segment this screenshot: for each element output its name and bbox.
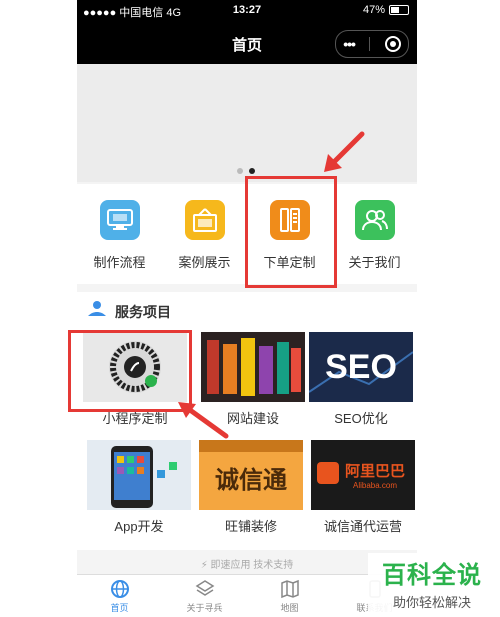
mini-program-capsule: ••• xyxy=(335,30,409,58)
alibaba-logo-image: 阿里巴巴 Alibaba.com xyxy=(311,440,415,510)
shop-banner-image: 诚信通 xyxy=(199,440,303,510)
service-caption: App开发 xyxy=(114,519,164,534)
quick-item-process[interactable]: 制作流程 xyxy=(77,184,162,284)
picture-frame-icon xyxy=(184,200,225,240)
battery-icon xyxy=(389,5,409,15)
battery-percent: 47% xyxy=(362,4,385,16)
carousel-dot-active[interactable] xyxy=(249,168,255,174)
service-card-seo[interactable]: SEO SEO优化 xyxy=(309,332,413,427)
quick-item-label: 案例展示 xyxy=(178,255,231,270)
shop-thumb-text: 诚信通 xyxy=(215,466,287,494)
tab-map[interactable]: 地图 xyxy=(247,575,332,617)
phone-apps-image xyxy=(87,440,191,510)
status-bar: ●●●●● 中国电信 4G 13:27 47% xyxy=(77,0,417,22)
nav-bar: 首页 ••• xyxy=(77,22,417,64)
close-target-icon[interactable] xyxy=(384,36,401,52)
quick-item-label: 制作流程 xyxy=(93,255,146,270)
layers-icon xyxy=(195,579,215,599)
support-text: 即速应用 技术支持 xyxy=(210,560,294,571)
tab-bar: 首页 关于寻兵 地图 联系我们 xyxy=(77,574,417,617)
watermark-subtitle: 助你轻松解决 xyxy=(392,595,471,610)
alibaba-thumb-text: 阿里巴巴 xyxy=(345,462,405,480)
more-icon[interactable]: ••• xyxy=(343,36,356,52)
quick-item-cases[interactable]: 案例展示 xyxy=(162,184,247,284)
annotation-arrow-mini-program xyxy=(178,402,229,439)
support-footer: ⚡ 即速应用 技术支持 xyxy=(77,556,417,571)
globe-icon xyxy=(110,579,130,599)
service-card-app[interactable]: App开发 xyxy=(87,440,191,535)
watermark-title: 百科全说 xyxy=(382,562,482,589)
website-collage-image xyxy=(201,332,305,402)
monitor-icon xyxy=(99,200,140,240)
quick-item-label: 关于我们 xyxy=(348,255,401,270)
map-icon xyxy=(280,579,300,599)
tab-home[interactable]: 首页 xyxy=(77,575,162,617)
users-icon xyxy=(354,200,395,240)
baike-watermark: 百科全说 助你轻松解决 xyxy=(368,553,496,613)
annotation-arrow-order xyxy=(324,131,365,172)
tab-about[interactable]: 关于寻兵 xyxy=(162,575,247,617)
alibaba-thumb-subtext: Alibaba.com xyxy=(353,481,397,490)
lightning-icon: ⚡ xyxy=(200,560,208,571)
seo-graphic-image: SEO xyxy=(309,332,413,402)
service-card-shop[interactable]: 诚信通 旺铺装修 xyxy=(199,440,303,535)
service-caption: 旺铺装修 xyxy=(224,519,277,534)
tab-label: 首页 xyxy=(110,603,129,613)
quick-item-about[interactable]: 关于我们 xyxy=(332,184,417,284)
tab-label: 地图 xyxy=(280,603,299,613)
services-header: 服务项目 xyxy=(87,300,171,323)
carousel-dot[interactable] xyxy=(237,168,243,174)
tab-label: 关于寻兵 xyxy=(186,603,223,613)
seo-thumb-text: SEO xyxy=(325,348,397,386)
user-hand-icon xyxy=(87,300,107,323)
services-title: 服务项目 xyxy=(115,303,171,320)
service-caption: SEO优化 xyxy=(334,411,388,426)
service-card-alibaba[interactable]: 阿里巴巴 Alibaba.com 诚信通代运营 xyxy=(311,440,415,535)
annotation-box-order xyxy=(245,176,337,288)
service-caption: 诚信通代运营 xyxy=(323,519,402,534)
phone-screen: ●●●●● 中国电信 4G 13:27 47% 首页 ••• 制作流程 案例展示… xyxy=(77,0,417,617)
